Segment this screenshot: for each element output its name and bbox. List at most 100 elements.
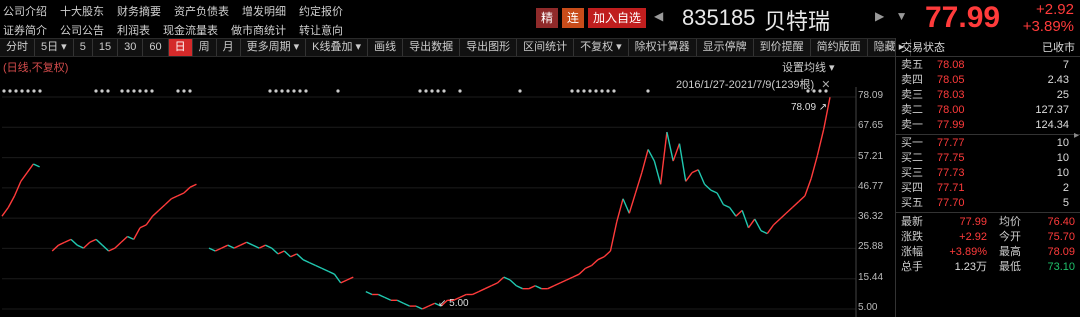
tab-15min[interactable]: 15 — [93, 39, 119, 56]
link-cash-flow[interactable]: 现金流量表 — [163, 22, 218, 38]
y-tick-label: 57.21 — [858, 150, 884, 162]
event-marker[interactable] — [430, 89, 434, 93]
event-marker[interactable] — [582, 89, 586, 93]
event-marker[interactable] — [188, 89, 192, 93]
event-marker[interactable] — [120, 89, 124, 93]
event-marker[interactable] — [182, 89, 186, 93]
bid-volume: 10 — [1056, 137, 1069, 149]
link-company-intro[interactable]: 公司介绍 — [3, 3, 47, 19]
event-marker[interactable] — [646, 89, 650, 93]
event-marker[interactable] — [176, 89, 180, 93]
close-icon[interactable]: ✕ — [821, 79, 830, 91]
event-marker[interactable] — [292, 89, 296, 93]
event-marker[interactable] — [26, 89, 30, 93]
link-announcements[interactable]: 公司公告 — [60, 22, 104, 38]
link-financial-summary[interactable]: 财务摘要 — [117, 3, 161, 19]
event-marker[interactable] — [2, 89, 6, 93]
draw-line-button[interactable]: 画线 — [368, 39, 404, 56]
price-alert-button[interactable]: 到价提醒 — [754, 39, 811, 56]
bid-row: 买二 77.75 10 — [896, 151, 1080, 166]
ex-rights-calculator-button[interactable]: 除权计算器 — [629, 39, 697, 56]
ask-row: 卖三 78.03 25 — [896, 88, 1080, 103]
range-stats-button[interactable]: 区间统计 — [517, 39, 575, 56]
more-periods-dropdown[interactable]: 更多周期 ▾ — [241, 39, 307, 56]
next-stock-icon[interactable]: ▶ ▼ — [875, 9, 911, 23]
event-marker[interactable] — [570, 89, 574, 93]
link-market-maker-stats[interactable]: 做市商统计 — [231, 22, 286, 38]
prev-stock-icon[interactable]: ◀ — [654, 9, 663, 23]
link-security-brief[interactable]: 证券简介 — [3, 22, 47, 38]
event-marker[interactable] — [132, 89, 136, 93]
event-marker[interactable] — [268, 89, 272, 93]
event-marker[interactable] — [286, 89, 290, 93]
link-additional-issuance[interactable]: 增发明细 — [242, 3, 286, 19]
event-marker[interactable] — [14, 89, 18, 93]
kline-chart[interactable]: (日线,不复权) 设置均线 ▾ 2016/1/27-2021/7/9(1239根… — [0, 57, 895, 317]
stat-row: 最新 77.99 均价 76.40 — [896, 215, 1080, 230]
link-income-statement[interactable]: 利润表 — [117, 22, 150, 38]
price-segment — [315, 264, 323, 270]
event-marker[interactable] — [442, 89, 446, 93]
link-transfer-intent[interactable]: 转让意向 — [299, 22, 343, 38]
event-marker[interactable] — [594, 89, 598, 93]
event-marker[interactable] — [280, 89, 284, 93]
event-marker[interactable] — [600, 89, 604, 93]
trade-status-label: 交易状态 — [901, 42, 945, 54]
price-segment — [647, 149, 655, 162]
link-balance-sheet[interactable]: 资产负债表 — [174, 3, 229, 19]
tab-30min[interactable]: 30 — [118, 39, 144, 56]
event-marker[interactable] — [150, 89, 154, 93]
event-marker[interactable] — [418, 89, 422, 93]
export-data-button[interactable]: 导出数据 — [403, 39, 461, 56]
ask-price: 78.00 — [937, 104, 965, 116]
tab-intraday[interactable]: 分时 — [0, 39, 35, 56]
event-marker[interactable] — [612, 89, 616, 93]
kline-overlay-dropdown[interactable]: K线叠加 ▾ — [306, 39, 369, 56]
export-chart-button[interactable]: 导出图形 — [460, 39, 518, 56]
event-marker[interactable] — [106, 89, 110, 93]
tab-weekly[interactable]: 周 — [193, 39, 217, 56]
event-marker[interactable] — [436, 89, 440, 93]
show-suspension-button[interactable]: 显示停牌 — [697, 39, 754, 56]
event-marker[interactable] — [298, 89, 302, 93]
tag-linked[interactable]: 连 — [562, 8, 584, 28]
event-marker[interactable] — [336, 89, 340, 93]
event-marker[interactable] — [144, 89, 148, 93]
event-marker[interactable] — [458, 89, 462, 93]
event-marker[interactable] — [8, 89, 12, 93]
event-marker[interactable] — [588, 89, 592, 93]
tab-daily[interactable]: 日 — [168, 39, 193, 56]
event-marker[interactable] — [606, 89, 610, 93]
tab-monthly[interactable]: 月 — [217, 39, 241, 56]
event-marker[interactable] — [20, 89, 24, 93]
event-marker[interactable] — [38, 89, 42, 93]
event-marker[interactable] — [518, 89, 522, 93]
adjustment-dropdown[interactable]: 不复权 ▾ — [574, 39, 629, 56]
event-marker[interactable] — [126, 89, 130, 93]
event-marker[interactable] — [424, 89, 428, 93]
tab-5min[interactable]: 5 — [74, 39, 93, 56]
tag-selected[interactable]: 精 — [536, 8, 558, 28]
price-segment — [798, 195, 806, 203]
event-marker[interactable] — [304, 89, 308, 93]
event-marker[interactable] — [32, 89, 36, 93]
price-segment — [641, 149, 649, 173]
ask-price: 77.99 — [937, 119, 965, 131]
bid-price: 77.71 — [937, 182, 965, 194]
event-marker[interactable] — [94, 89, 98, 93]
tab-60min[interactable]: 60 — [143, 39, 169, 56]
kline-chart-svg[interactable] — [0, 57, 895, 317]
event-marker[interactable] — [100, 89, 104, 93]
moving-average-settings[interactable]: 设置均线 ▾ — [782, 59, 835, 75]
event-marker[interactable] — [576, 89, 580, 93]
link-agreed-quote[interactable]: 约定报价 — [299, 3, 343, 19]
tab-5day[interactable]: 5日 ▾ — [35, 39, 74, 56]
bid-volume: 2 — [1062, 182, 1069, 194]
compact-layout-button[interactable]: 简约版面 — [811, 39, 868, 56]
add-watchlist-button[interactable]: 加入自选 — [588, 8, 646, 28]
price-segment — [553, 282, 561, 287]
event-marker[interactable] — [274, 89, 278, 93]
link-top-shareholders[interactable]: 十大股东 — [60, 3, 104, 19]
event-marker[interactable] — [138, 89, 142, 93]
panel-expand-icon[interactable]: ▸ — [1074, 130, 1079, 141]
